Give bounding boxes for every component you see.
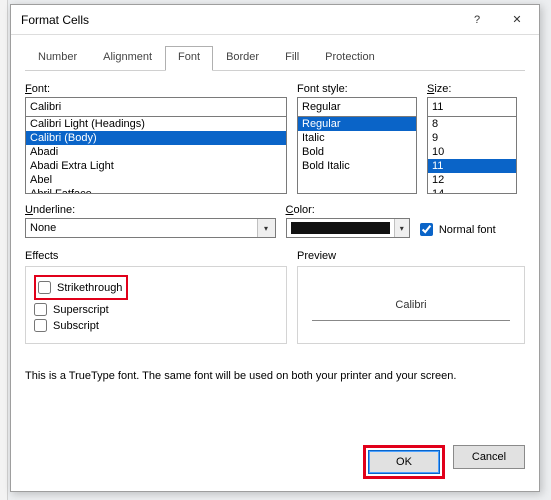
chevron-down-icon: ▾ [257,219,275,237]
titlebar: Format Cells ? ✕ [11,5,539,35]
style-option[interactable]: Bold Italic [298,159,416,173]
size-option[interactable]: 12 [428,173,516,187]
preview-sample: Calibri [385,299,436,311]
style-option[interactable]: Regular [298,117,416,131]
font-description: This is a TrueType font. The same font w… [25,370,525,382]
font-style-listbox[interactable]: Regular Italic Bold Bold Italic [297,116,417,194]
size-listbox[interactable]: 8 9 10 11 12 14 [427,116,517,194]
size-label: Size: [427,83,517,95]
font-listbox[interactable]: Calibri Light (Headings) Calibri (Body) … [25,116,287,194]
color-label: Color: [286,204,410,216]
font-option[interactable]: Abel [26,173,286,187]
tab-alignment[interactable]: Alignment [90,46,165,71]
superscript-checkbox[interactable]: Superscript [34,303,278,316]
normal-font-input[interactable] [420,223,433,236]
style-option[interactable]: Italic [298,131,416,145]
tab-font[interactable]: Font [165,46,213,71]
strikethrough-checkbox[interactable]: Strikethrough [38,281,122,294]
color-swatch [291,222,390,234]
strikethrough-input[interactable] [38,281,51,294]
effects-group: Strikethrough Superscript Subscript [25,266,287,344]
ok-button[interactable]: OK [368,450,440,474]
font-option[interactable]: Calibri Light (Headings) [26,117,286,131]
font-style-label: Font style: [297,83,417,95]
normal-font-checkbox[interactable]: Normal font [420,223,496,236]
font-option[interactable]: Abadi Extra Light [26,159,286,173]
color-combo[interactable]: ▾ [286,218,410,238]
tab-number[interactable]: Number [25,46,90,71]
style-option[interactable]: Bold [298,145,416,159]
size-option[interactable]: 14 [428,187,516,194]
effects-title: Effects [25,250,287,262]
underline-value: None [30,222,56,234]
help-button[interactable]: ? [457,6,497,34]
font-style-input[interactable] [297,97,417,117]
underline-label: Underline: [25,204,276,216]
subscript-checkbox[interactable]: Subscript [34,319,278,332]
tabstrip: Number Alignment Font Border Fill Protec… [25,45,525,71]
cancel-button[interactable]: Cancel [453,445,525,469]
size-option[interactable]: 8 [428,117,516,131]
font-option[interactable]: Abril Fatface [26,187,286,194]
underline-combo[interactable]: None ▾ [25,218,276,238]
font-label: Font: [25,83,287,95]
font-option[interactable]: Abadi [26,145,286,159]
tab-fill[interactable]: Fill [272,46,312,71]
preview-box: Calibri [297,266,525,344]
size-option[interactable]: 11 [428,159,516,173]
subscript-input[interactable] [34,319,47,332]
close-button[interactable]: ✕ [497,6,537,34]
font-input[interactable] [25,97,287,117]
superscript-input[interactable] [34,303,47,316]
font-option[interactable]: Calibri (Body) [26,131,286,145]
preview-title: Preview [297,250,525,262]
tab-border[interactable]: Border [213,46,272,71]
tab-protection[interactable]: Protection [312,46,388,71]
size-option[interactable]: 9 [428,131,516,145]
size-input[interactable] [427,97,517,117]
format-cells-dialog: Format Cells ? ✕ Number Alignment Font B… [10,4,540,492]
dialog-title: Format Cells [21,13,457,27]
size-option[interactable]: 10 [428,145,516,159]
chevron-down-icon: ▾ [394,219,409,237]
